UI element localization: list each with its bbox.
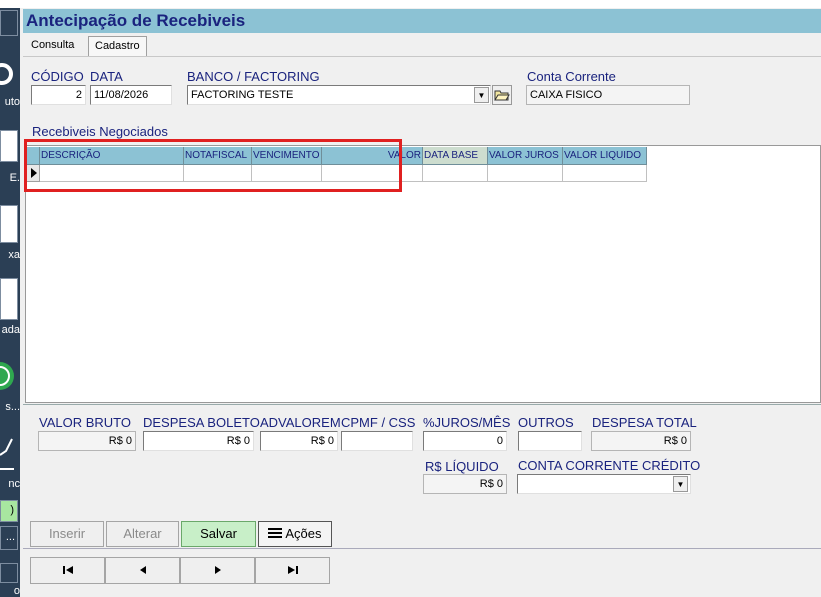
grid-title: Recebiveis Negociados: [32, 124, 168, 139]
sidebar-label: nc: [8, 478, 20, 490]
section-divider: [23, 548, 821, 549]
col-valor-juros[interactable]: VALOR JUROS: [488, 147, 563, 165]
acoes-label: Ações: [285, 526, 322, 541]
codigo-label: CÓDIGO: [31, 69, 84, 84]
chevron-down-icon[interactable]: ▼: [474, 87, 489, 103]
valor-bruto-field[interactable]: R$ 0: [38, 431, 136, 451]
conta-credito-select[interactable]: [517, 474, 691, 494]
tab-divider: [23, 56, 821, 57]
nav-prev-button[interactable]: [105, 557, 180, 584]
despesa-total-field[interactable]: R$ 0: [591, 431, 691, 451]
chart-icon[interactable]: [0, 433, 18, 471]
codigo-field[interactable]: 2: [31, 85, 86, 105]
calendar-icon[interactable]: [0, 278, 18, 320]
despesa-boleto-label: DESPESA BOLETO: [143, 415, 260, 430]
tab-consulta[interactable]: Consulta: [25, 36, 80, 56]
app-sidebar: uto E. xa ada s... nc ) ... o: [0, 0, 20, 597]
tab-cadastro[interactable]: Cadastro: [88, 36, 147, 56]
sidebar-top-strip: [0, 0, 20, 8]
sidebar-label: xa: [8, 249, 20, 261]
sidebar-label: uto: [4, 96, 20, 108]
next-icon: [214, 566, 221, 575]
banco-select[interactable]: FACTORING TESTE: [187, 85, 491, 105]
prev-icon: [139, 566, 146, 575]
sidebar-label: s...: [5, 401, 20, 413]
col-data-base[interactable]: DATA BASE: [423, 147, 488, 165]
advalorem-field[interactable]: R$ 0: [260, 431, 338, 451]
sidebar-slot[interactable]: ...: [0, 526, 18, 550]
sidebar-badge-label: ): [10, 504, 14, 516]
banco-label: BANCO / FACTORING: [187, 69, 320, 84]
inserir-button[interactable]: Inserir: [30, 521, 104, 547]
nav-last-button[interactable]: [255, 557, 330, 584]
liquido-field[interactable]: R$ 0: [423, 474, 507, 494]
gear-icon[interactable]: [0, 56, 18, 90]
cell-valor-liquido[interactable]: [563, 165, 647, 182]
data-field[interactable]: 11/08/2026: [90, 85, 172, 105]
folder-open-icon[interactable]: [492, 85, 512, 105]
banco-value: FACTORING TESTE: [191, 89, 294, 101]
menu-icon: [268, 523, 283, 547]
sidebar-slot[interactable]: [0, 563, 18, 583]
outros-label: OUTROS: [518, 415, 574, 430]
highlight-box: [24, 139, 402, 192]
cell-valor-juros[interactable]: [488, 165, 563, 182]
whatsapp-icon[interactable]: [0, 359, 18, 393]
sidebar-slot: [0, 10, 18, 36]
valor-bruto-label: VALOR BRUTO: [39, 415, 131, 430]
section-divider: [23, 404, 821, 405]
conta-corrente-label: Conta Corrente: [527, 69, 616, 84]
data-label: DATA: [90, 69, 123, 84]
despesa-total-label: DESPESA TOTAL: [592, 415, 697, 430]
salvar-button[interactable]: Salvar: [181, 521, 256, 547]
juros-label: %JUROS/MÊS: [423, 415, 511, 430]
last-icon: [287, 566, 298, 575]
cell-data-base[interactable]: [423, 165, 488, 182]
sidebar-label: E.: [9, 172, 20, 184]
advalorem-label: ADVALOREM: [260, 415, 341, 430]
chevron-down-icon[interactable]: ▼: [673, 476, 688, 492]
box-icon[interactable]: [0, 205, 18, 243]
sidebar-label: o: [13, 585, 20, 597]
window-top-strip: [20, 0, 821, 8]
sidebar-green-badge[interactable]: ): [0, 500, 18, 522]
document-icon[interactable]: [0, 130, 18, 162]
window-title-bar: Antecipação de Recebiveis: [23, 9, 821, 33]
first-icon: [62, 566, 73, 575]
nav-next-button[interactable]: [180, 557, 255, 584]
liquido-label: R$ LÍQUIDO: [425, 459, 499, 474]
conta-corrente-field[interactable]: CAIXA FISICO: [526, 85, 690, 105]
cpmf-label: CPMF / CSS: [341, 415, 416, 430]
sidebar-label: ada: [1, 324, 20, 336]
alterar-button[interactable]: Alterar: [106, 521, 179, 547]
conta-credito-label: CONTA CORRENTE CRÉDITO: [518, 458, 701, 473]
nav-first-button[interactable]: [30, 557, 105, 584]
despesa-boleto-field[interactable]: R$ 0: [143, 431, 254, 451]
juros-field[interactable]: 0: [423, 431, 507, 451]
outros-field[interactable]: [518, 431, 582, 451]
window-title: Antecipação de Recebiveis: [26, 11, 246, 30]
col-valor-liquido[interactable]: VALOR LIQUIDO: [563, 147, 647, 165]
acoes-button[interactable]: Ações: [258, 521, 332, 547]
cpmf-field[interactable]: [341, 431, 413, 451]
sidebar-label: ...: [5, 531, 15, 543]
